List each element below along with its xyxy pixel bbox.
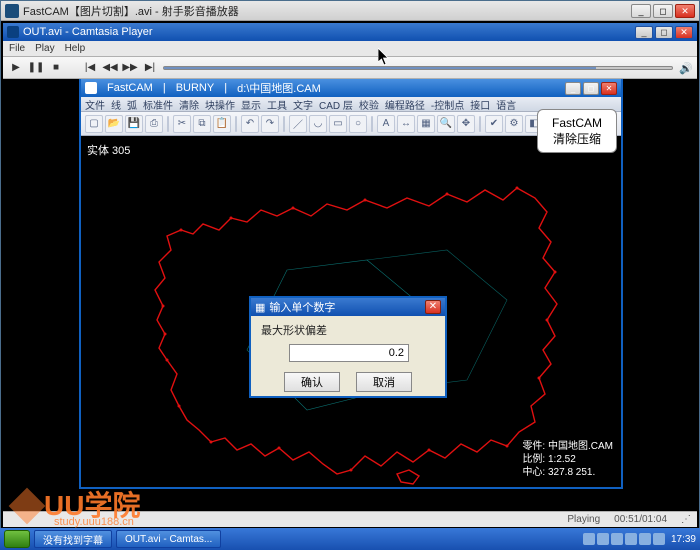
tool-undo-icon[interactable]: ↶: [241, 115, 259, 133]
deviation-input[interactable]: [289, 344, 409, 362]
tool-new-icon[interactable]: ▢: [85, 115, 103, 133]
taskbar-item[interactable]: OUT.avi - Camtas...: [116, 530, 221, 548]
input-dialog: ▦ 输入单个数字 ✕ 最大形状偏差 确认 取消: [249, 296, 447, 398]
fc-menu-item[interactable]: 清除: [179, 97, 199, 112]
fastcam-icon: [85, 82, 97, 94]
volume-icon[interactable]: 🔊: [679, 62, 691, 74]
close-button[interactable]: ✕: [675, 4, 695, 18]
fc-menu-item[interactable]: 显示: [241, 97, 261, 112]
menu-file[interactable]: File: [9, 43, 25, 54]
player-titlebar: FastCAM【图片切割】.avi - 射手影音播放器 _ ◻ ✕: [1, 1, 699, 21]
player-app-icon: [5, 4, 19, 18]
cam-minimize-button[interactable]: _: [635, 26, 653, 39]
grip-icon: ⋰: [681, 514, 691, 525]
tool-redo-icon[interactable]: ↷: [261, 115, 279, 133]
tool-dim-icon[interactable]: ↔: [397, 115, 415, 133]
menu-help[interactable]: Help: [65, 43, 86, 54]
maximize-button[interactable]: ◻: [653, 4, 673, 18]
watermark-sub: study.uuu188.cn: [54, 516, 134, 528]
fastcam-window: FastCAM| BURNY| d:\中国地图.CAM _ ◻ ✕ 文件 线 弧…: [79, 79, 623, 489]
status-playing: Playing: [567, 514, 600, 525]
taskbar-item[interactable]: 没有找到字幕: [34, 530, 112, 548]
tool-rect-icon[interactable]: ▭: [329, 115, 347, 133]
fc-menu-item[interactable]: 文字: [293, 97, 313, 112]
minimize-button[interactable]: _: [631, 4, 651, 18]
camtasia-viewport: FastCAM| BURNY| d:\中国地图.CAM _ ◻ ✕ 文件 线 弧…: [3, 79, 697, 511]
fc-menu-item[interactable]: 文件: [85, 97, 105, 112]
canvas-info: 零件: 中国地图.CAM 比例: 1:2.52 中心: 327.8 251.: [522, 440, 613, 479]
fc-menu-item[interactable]: 编程路径: [385, 97, 425, 112]
player-window-controls: _ ◻ ✕: [631, 4, 695, 18]
fastcam-title-file: d:\中国地图.CAM: [233, 80, 325, 96]
tool-open-icon[interactable]: 📂: [105, 115, 123, 133]
status-time: 00:51/01:04: [614, 514, 667, 525]
start-button[interactable]: [4, 530, 30, 548]
fc-menu-item[interactable]: 校验: [359, 97, 379, 112]
system-tray: 17:39: [583, 533, 696, 545]
fastcam-title-appname: FastCAM: [103, 82, 157, 94]
tool-pan-icon[interactable]: ✥: [457, 115, 475, 133]
tool-zoom-icon[interactable]: 🔍: [437, 115, 455, 133]
fastcam-canvas[interactable]: 实体 305: [81, 136, 621, 487]
rewind-button[interactable]: ◀◀: [103, 61, 117, 75]
camtasia-titlebar: OUT.avi - Camtasia Player _ ◻ ✕: [3, 23, 697, 41]
dialog-close-button[interactable]: ✕: [425, 300, 441, 314]
dialog-title: 输入单个数字: [269, 299, 335, 315]
cam-close-button[interactable]: ✕: [675, 26, 693, 39]
tutorial-callout: FastCAM 清除压缩: [537, 109, 617, 153]
tool-circle-icon[interactable]: ○: [349, 115, 367, 133]
taskbar-clock[interactable]: 17:39: [671, 534, 696, 545]
camtasia-controls: ▶ ❚❚ ■ |◀ ◀◀ ▶▶ ▶| 🔊: [3, 57, 697, 79]
menu-play[interactable]: Play: [35, 43, 54, 54]
tool-print-icon[interactable]: ⎙: [145, 115, 163, 133]
fc-menu-item[interactable]: 弧: [127, 97, 137, 112]
camtasia-icon: [7, 26, 19, 38]
fc-close-button[interactable]: ✕: [601, 82, 617, 95]
stop-button[interactable]: ■: [49, 61, 63, 75]
ok-button[interactable]: 确认: [284, 372, 340, 392]
next-button[interactable]: ▶|: [143, 61, 157, 75]
tool-copy-icon[interactable]: ⧉: [193, 115, 211, 133]
forward-button[interactable]: ▶▶: [123, 61, 137, 75]
dialog-label: 最大形状偏差: [261, 322, 435, 338]
tool-save-icon[interactable]: 💾: [125, 115, 143, 133]
cam-maximize-button[interactable]: ◻: [655, 26, 673, 39]
tool-paste-icon[interactable]: 📋: [213, 115, 231, 133]
fastcam-titlebar: FastCAM| BURNY| d:\中国地图.CAM _ ◻ ✕: [81, 79, 621, 97]
tray-icons[interactable]: [583, 533, 665, 545]
windows-taskbar: 没有找到字幕 OUT.avi - Camtas... 17:39: [0, 528, 700, 550]
tool-grid-icon[interactable]: ▦: [417, 115, 435, 133]
tool-text-icon[interactable]: A: [377, 115, 395, 133]
fc-maximize-button[interactable]: ◻: [583, 82, 599, 95]
camtasia-title: OUT.avi - Camtasia Player: [23, 26, 631, 38]
camtasia-window: OUT.avi - Camtasia Player _ ◻ ✕ File Pla…: [3, 23, 697, 527]
prev-button[interactable]: |◀: [83, 61, 97, 75]
player-app-window: FastCAM【图片切割】.avi - 射手影音播放器 _ ◻ ✕ OUT.av…: [0, 0, 700, 550]
fc-menu-item[interactable]: -控制点: [431, 97, 464, 112]
tool-arc-icon[interactable]: ◡: [309, 115, 327, 133]
fc-menu-item[interactable]: 语言: [496, 97, 516, 112]
tool-misc-icon[interactable]: ⚙: [505, 115, 523, 133]
dialog-titlebar[interactable]: ▦ 输入单个数字 ✕: [251, 298, 445, 316]
tool-cut-icon[interactable]: ✂: [173, 115, 191, 133]
fastcam-title-device: BURNY: [172, 82, 219, 94]
fc-menu-item[interactable]: 线: [111, 97, 121, 112]
dialog-icon: ▦: [255, 301, 265, 314]
fc-menu-item[interactable]: CAD 层: [319, 97, 353, 112]
camtasia-menubar: File Play Help: [3, 41, 697, 57]
cancel-button[interactable]: 取消: [356, 372, 412, 392]
tool-line-icon[interactable]: ／: [289, 115, 307, 133]
fc-menu-item[interactable]: 块操作: [205, 97, 235, 112]
fc-minimize-button[interactable]: _: [565, 82, 581, 95]
fc-menu-item[interactable]: 标准件: [143, 97, 173, 112]
play-button[interactable]: ▶: [9, 61, 23, 75]
pause-button[interactable]: ❚❚: [29, 61, 43, 75]
fc-menu-item[interactable]: 接口: [470, 97, 490, 112]
tool-check-icon[interactable]: ✔: [485, 115, 503, 133]
player-title: FastCAM【图片切割】.avi - 射手影音播放器: [23, 3, 627, 19]
seek-slider[interactable]: [163, 66, 673, 70]
fc-menu-item[interactable]: 工具: [267, 97, 287, 112]
